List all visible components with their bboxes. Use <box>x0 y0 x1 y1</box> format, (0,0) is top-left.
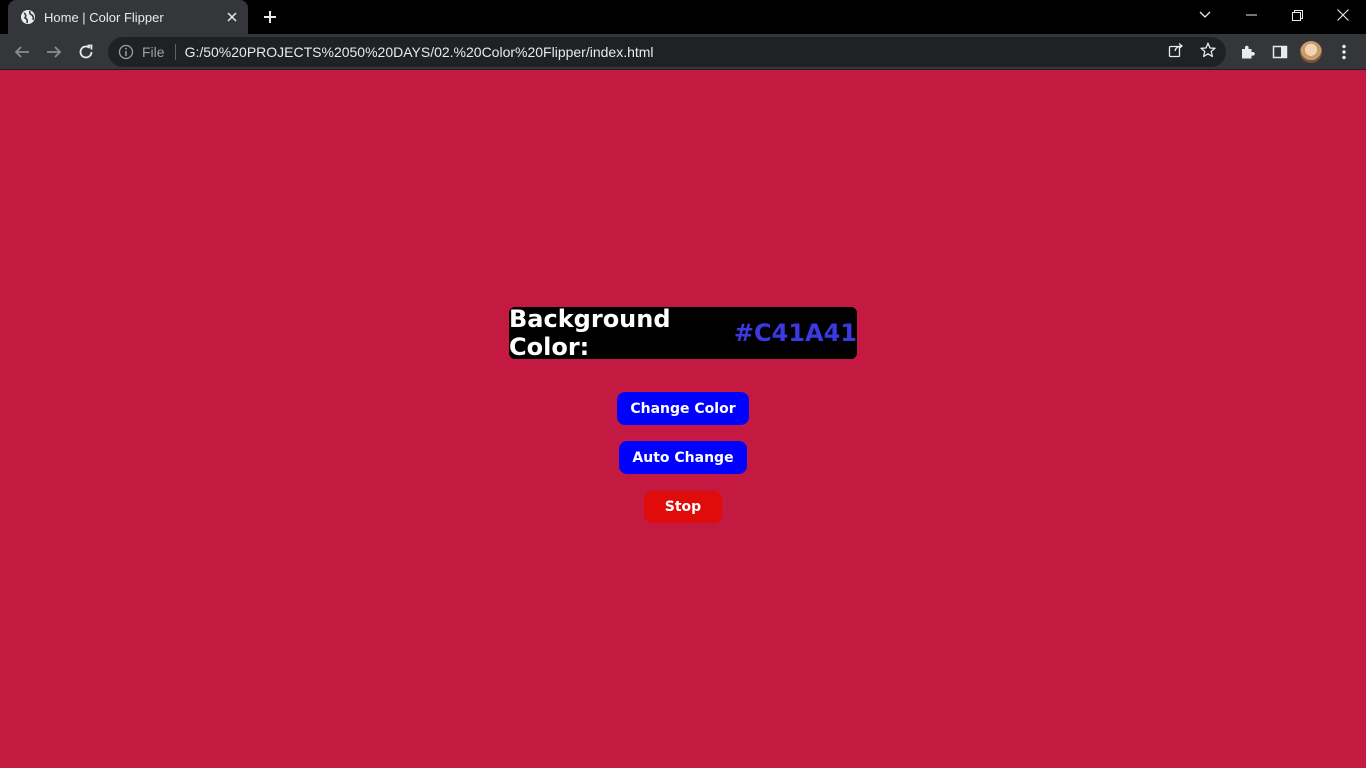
close-window-icon[interactable] <box>1320 0 1366 30</box>
new-tab-icon[interactable] <box>256 3 284 31</box>
auto-change-button[interactable]: Auto Change <box>619 441 747 474</box>
url-separator <box>174 44 176 60</box>
info-icon[interactable] <box>118 44 134 60</box>
profile-avatar[interactable] <box>1300 41 1322 63</box>
change-color-button[interactable]: Change Color <box>617 392 749 425</box>
background-color-hex: #C41A41 <box>733 319 857 347</box>
browser-toolbar: File G:/50%20PROJECTS%2050%20DAYS/02.%20… <box>0 34 1366 70</box>
extensions-puzzle-icon[interactable] <box>1238 42 1258 62</box>
address-bar[interactable]: File G:/50%20PROJECTS%2050%20DAYS/02.%20… <box>108 37 1226 67</box>
more-menu-icon[interactable] <box>1334 42 1354 62</box>
close-tab-icon[interactable] <box>218 3 246 31</box>
background-color-prefix: Background Color: <box>509 305 671 361</box>
back-arrow-icon[interactable] <box>6 36 38 68</box>
stop-button[interactable]: Stop <box>644 491 722 523</box>
restore-icon[interactable] <box>1274 0 1320 30</box>
tab-search-chevron-icon[interactable] <box>1182 0 1228 30</box>
minimize-icon[interactable] <box>1228 0 1274 30</box>
url-text[interactable]: G:/50%20PROJECTS%2050%20DAYS/02.%20Color… <box>185 44 654 60</box>
browser-titlebar: Home | Color Flipper <box>0 0 1366 34</box>
tab-title: Home | Color Flipper <box>44 9 164 25</box>
forward-arrow-icon[interactable] <box>38 36 70 68</box>
background-color-label: Background Color: #C41A41 <box>509 305 857 361</box>
share-icon[interactable] <box>1167 41 1185 59</box>
page-body: Background Color: #C41A41 Change Color A… <box>0 70 1366 768</box>
bookmark-star-icon[interactable] <box>1199 41 1217 59</box>
browser-tab[interactable]: Home | Color Flipper <box>8 0 248 34</box>
globe-icon <box>20 9 36 25</box>
side-panel-icon[interactable] <box>1270 42 1290 62</box>
reload-icon[interactable] <box>70 36 102 68</box>
url-scheme-label: File <box>142 44 165 60</box>
